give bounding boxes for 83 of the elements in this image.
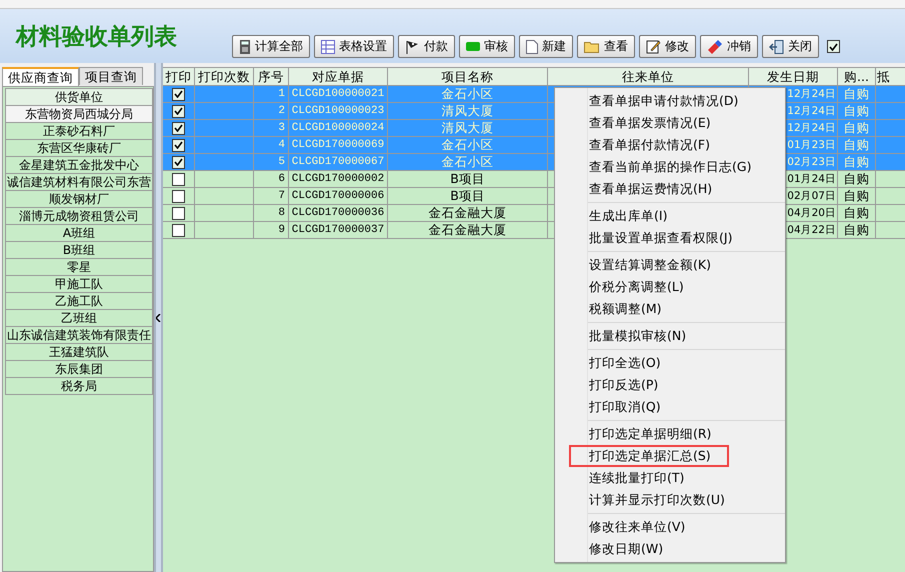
table-cell: 金石金融大厦 [388, 222, 548, 239]
menu-item[interactable]: 打印反选(P) [555, 374, 785, 396]
supplier-item[interactable]: 东营物资局西城分局 [5, 106, 153, 123]
menu-item[interactable]: 打印全选(O) [555, 352, 785, 374]
toolbar-button[interactable]: 修改 [639, 35, 696, 58]
toolbar-button[interactable]: 冲销 [700, 35, 758, 58]
supplier-item[interactable]: 淄博元成物资租赁公司 [5, 208, 153, 225]
supplier-item[interactable]: 甲施工队 [5, 276, 153, 293]
menu-item[interactable]: 连续批量打印(T) [555, 467, 785, 489]
table-cell: CLCGD170000067 [289, 154, 388, 171]
table-cell: 自购 [838, 205, 876, 222]
toolbar-button[interactable]: 表格设置 [314, 35, 394, 58]
toolbar-button[interactable]: 计算全部 [232, 35, 310, 58]
menu-item[interactable]: 修改日期(W) [555, 538, 785, 560]
checkbox[interactable] [172, 224, 185, 236]
supplier-item[interactable]: 金星建筑五金批发中心 [5, 157, 153, 174]
table-cell: B项目 [388, 188, 548, 205]
supplier-item[interactable]: 山东诚信建筑装饰有限责任 [5, 327, 153, 344]
tab[interactable]: 供应商查询 [2, 67, 79, 86]
checkbox[interactable] [172, 172, 185, 186]
menu-item[interactable]: 税额调整(M) [555, 298, 785, 320]
menu-item[interactable]: 打印选定单据汇总(S) [569, 445, 729, 467]
toolbar-button[interactable]: 关闭 [762, 35, 819, 58]
table-cell: 金石小区 [388, 154, 548, 171]
table-cell: 8 [254, 205, 289, 222]
folder-icon [584, 40, 600, 52]
tab[interactable]: 项目查询 [79, 67, 143, 85]
table-cell: 自购 [838, 222, 876, 239]
supplier-item[interactable]: 税务局 [5, 378, 153, 395]
menu-item[interactable]: 打印取消(Q) [555, 396, 785, 418]
menu-item[interactable]: 价税分离调整(L) [555, 276, 785, 298]
checkbox[interactable] [827, 40, 840, 53]
table-cell: CLCGD170000036 [289, 205, 388, 222]
edit-icon [646, 39, 661, 54]
checkbox[interactable] [172, 104, 185, 118]
toolbar-button[interactable]: 查看 [577, 35, 635, 58]
table-cell: 金石金融大厦 [388, 205, 548, 222]
checkbox[interactable] [172, 88, 185, 100]
menu-item[interactable]: 打印选定单据明细(R) [555, 423, 785, 445]
supplier-item[interactable]: 东辰集团 [5, 361, 153, 378]
menu-item[interactable]: 修改往来单位(V) [555, 516, 785, 538]
supplier-item[interactable]: A班组 [5, 225, 153, 242]
table-cell: 6 [254, 171, 289, 188]
exit-icon [769, 40, 784, 54]
supplier-item[interactable]: 零星 [5, 259, 153, 276]
window-title: 材料验收单列表 [14, 23, 178, 52]
table-cell: B项目 [388, 171, 548, 188]
table-icon [321, 40, 335, 54]
supplier-item[interactable]: B班组 [5, 242, 153, 259]
checkbox[interactable] [172, 190, 185, 202]
checkbox[interactable] [172, 138, 185, 152]
supplier-item[interactable]: 王猛建筑队 [5, 344, 153, 361]
eraser-icon [707, 40, 723, 54]
checkbox[interactable] [172, 206, 185, 220]
table-cell: CLCGD170000006 [289, 188, 388, 205]
supplier-item[interactable]: 诚信建筑材料有限公司东营 [5, 174, 153, 191]
document-icon [526, 40, 538, 54]
supplier-item[interactable]: 顺发钢材厂 [5, 191, 153, 208]
supplier-item[interactable]: 东营区华康砖厂 [5, 140, 153, 157]
toolbar-button[interactable]: 新建 [519, 35, 573, 58]
flag-icon [405, 40, 420, 54]
supplier-item[interactable]: 乙班组 [5, 310, 153, 327]
toolbar-button[interactable]: 审核 [459, 35, 515, 58]
table-cell: 5 [254, 154, 289, 171]
supplier-item[interactable]: 乙施工队 [5, 293, 153, 310]
list-header: 供货单位 [5, 88, 153, 106]
menu-item[interactable]: 设置结算调整金额(K) [555, 254, 785, 276]
table-cell: 自购 [838, 188, 876, 205]
table-cell: 9 [254, 222, 289, 239]
checkbox[interactable] [172, 122, 185, 134]
table-cell: 自购 [838, 154, 876, 171]
calculator-icon [239, 40, 251, 54]
menu-item[interactable]: 计算并显示打印次数(U) [555, 489, 785, 511]
checkbox[interactable] [172, 156, 185, 168]
supplier-item[interactable]: 正泰砂石料厂 [5, 123, 153, 140]
table-cell: 7 [254, 188, 289, 205]
toolbar-button[interactable]: 付款 [398, 35, 455, 58]
menu-item[interactable]: 批量模拟审核(N) [555, 325, 785, 347]
table-cell: 自购 [838, 171, 876, 188]
table-cell: CLCGD170000002 [289, 171, 388, 188]
collapse-icon[interactable] [156, 314, 161, 322]
table-cell: CLCGD170000037 [289, 222, 388, 239]
status-icon [466, 42, 480, 51]
